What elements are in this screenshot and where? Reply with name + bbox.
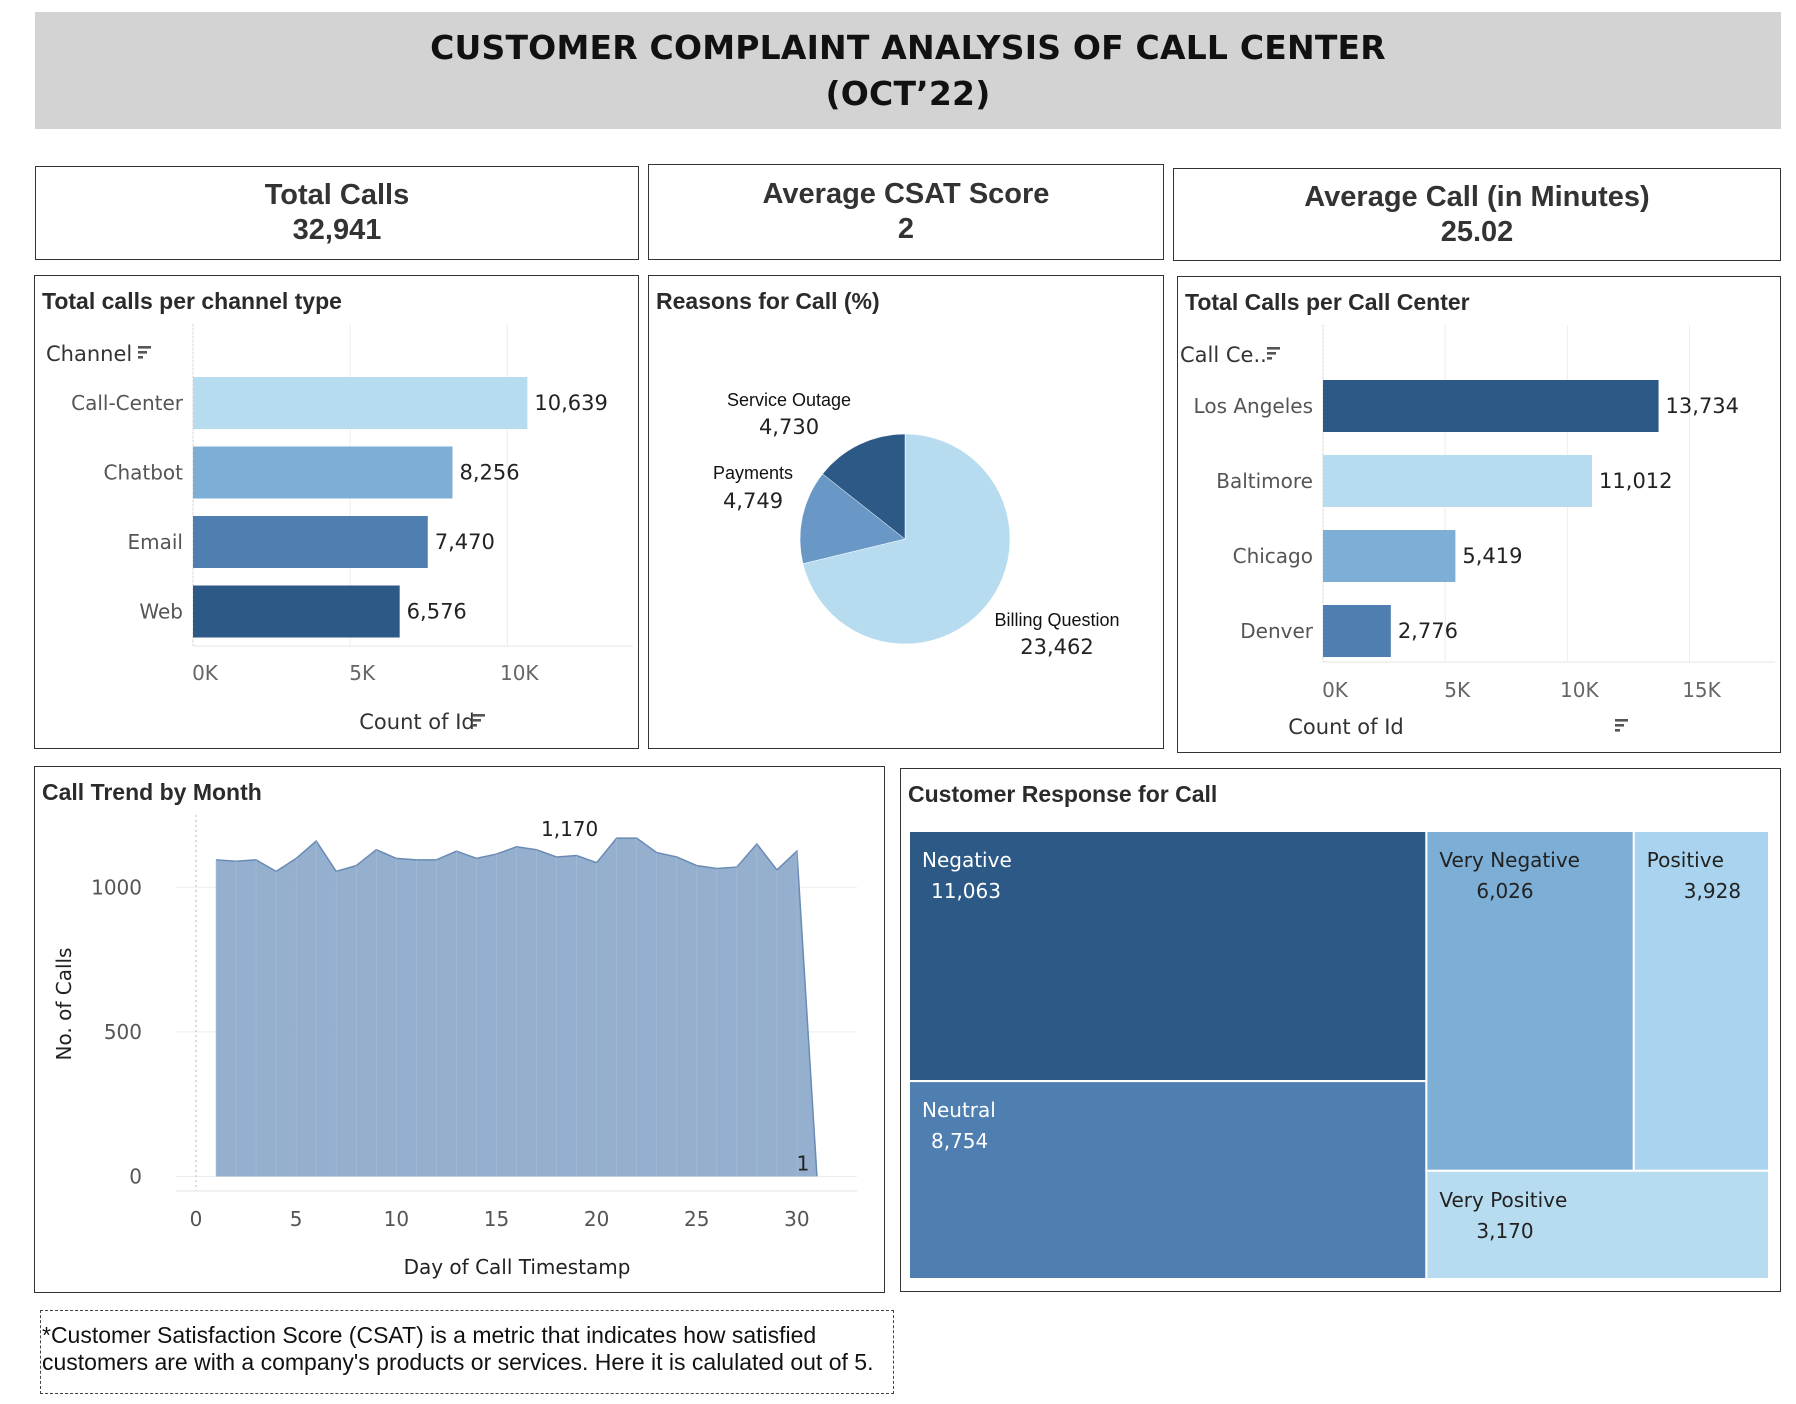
bar-value-label: 7,470: [435, 530, 495, 554]
bar: [1323, 605, 1391, 657]
kpi-average-csat-label: Average CSAT Score: [762, 178, 1050, 210]
x-tick-label: 10: [384, 1207, 409, 1231]
bar: [193, 377, 528, 429]
category-header: Call Ce..: [1180, 343, 1267, 367]
kpi-average-csat: Average CSAT Score 2: [648, 164, 1164, 260]
x-tick-label: 15K: [1682, 678, 1721, 702]
treemap-cell-value: 11,063: [931, 879, 1001, 903]
bar-value-label: 5,419: [1462, 544, 1522, 568]
treemap-cell-label: Very Negative: [1439, 848, 1580, 872]
call-trend-area-chart: 050010001,17010 5 10 15 20 25 30Day of Call Ti…: [52, 815, 857, 1279]
treemap-cell-value: 3,170: [1476, 1219, 1533, 1243]
kpi-average-call-label: Average Call (in Minutes): [1304, 180, 1650, 213]
data-label: 1: [797, 1152, 810, 1176]
customer-response-treemap: Negative 11,063 Neutral 8,754 Very Negative 6…: [908, 830, 1771, 1281]
category-label: Denver: [1240, 619, 1314, 643]
category-label: Chatbot: [103, 461, 183, 485]
x-tick-label: 10K: [500, 661, 539, 685]
treemap-cell-label: Positive: [1647, 848, 1724, 872]
channel-bar-chart: Channel Call-Center 10,639 Chatbot 8,256 Emai…: [46, 324, 633, 734]
x-tick-label: 5K: [1444, 678, 1471, 702]
pie-slice-value: 4,749: [723, 489, 783, 513]
bar: [193, 585, 400, 638]
x-tick-label: 25: [684, 1207, 709, 1231]
kpi-total-calls: Total Calls 32,941: [35, 166, 639, 260]
bar: [193, 516, 428, 568]
bar: [1323, 455, 1593, 507]
kpi-total-calls-label: Total Calls: [264, 179, 410, 211]
bar: [1323, 380, 1659, 432]
panel-calls-per-center: Total Calls per Call Center Call Ce.. Los…: [1177, 276, 1781, 753]
x-tick-label: 15: [484, 1207, 509, 1231]
sort-icon: [1267, 347, 1280, 360]
x-tick-label: 0: [190, 1207, 203, 1231]
reasons-pie-chart: Billing Question 23,462 Payments 4,749 Servi…: [713, 390, 1120, 659]
x-axis-label: Count of Id: [1288, 715, 1403, 739]
sort-icon: [472, 714, 485, 727]
x-tick-label: 0K: [1322, 678, 1349, 702]
x-axis-label: Day of Call Timestamp: [404, 1255, 631, 1279]
kpi-average-csat-value: 2: [897, 213, 915, 245]
bar: [1323, 530, 1456, 582]
pie-slice-value: 23,462: [1020, 635, 1093, 659]
panel-reasons-for-call: Reasons for Call (%) Billing Question 23,…: [648, 275, 1164, 749]
x-axis-label: Count of Id: [359, 710, 474, 734]
kpi-average-call-minutes: Average Call (in Minutes) 25.02: [1173, 168, 1781, 261]
pie-slice-label: Payments: [713, 463, 793, 483]
bar-value-label: 2,776: [1398, 619, 1458, 643]
dashboard-title-line1: CUSTOMER COMPLAINT ANALYSIS OF CALL CENT…: [430, 27, 1386, 67]
category-label: Los Angeles: [1194, 394, 1313, 418]
category-label: Web: [139, 600, 183, 624]
bar-value-label: 8,256: [459, 461, 519, 485]
x-tick-label: 10K: [1560, 678, 1599, 702]
kpi-total-calls-value: 32,941: [292, 214, 382, 246]
treemap-cell-value: 8,754: [931, 1129, 988, 1153]
treemap-cell-value: 6,026: [1476, 879, 1533, 903]
panel-customer-response: Customer Response for Call Negative 11,06…: [900, 768, 1781, 1292]
panel-calls-per-channel: Total calls per channel type Channel Call…: [34, 275, 639, 749]
y-tick-label: 0: [129, 1165, 142, 1189]
data-label: 1,170: [541, 817, 598, 841]
bar: [193, 446, 453, 499]
y-tick-label: 500: [104, 1020, 142, 1044]
treemap-cell-value: 3,928: [1684, 879, 1741, 903]
category-header: Channel: [46, 342, 132, 366]
category-label: Baltimore: [1216, 469, 1313, 493]
treemap-cell-label: Negative: [922, 848, 1012, 872]
panel-call-trend: Call Trend by Month 0 500 1000 1,170 1 0 5 10 15…: [34, 766, 885, 1293]
pie-slice-value: 4,730: [759, 415, 819, 439]
footnote-line2: customers are with a company's products …: [42, 1349, 874, 1375]
category-label: Call-Center: [71, 391, 184, 415]
category-label: Email: [128, 530, 184, 554]
y-tick-label: 1000: [91, 875, 142, 899]
bar-value-label: 13,734: [1666, 394, 1739, 418]
center-bar-chart: Call Ce.. Los Angeles 13,734 Baltimore 11,01…: [1180, 325, 1775, 739]
bar-value-label: 11,012: [1599, 469, 1672, 493]
category-label: Chicago: [1233, 544, 1313, 568]
y-axis-label: No. of Calls: [52, 948, 76, 1061]
x-tick-label: 20: [584, 1207, 609, 1231]
bar-value-label: 6,576: [407, 600, 467, 624]
sort-icon: [1615, 719, 1628, 732]
x-tick-label: 5K: [349, 661, 376, 685]
dashboard-title-line2: (OCT’22): [825, 73, 991, 113]
x-tick-label: 0K: [192, 661, 219, 685]
csat-footnote: *Customer Satisfaction Score (CSAT) is a…: [40, 1310, 894, 1394]
footnote-line1: *Customer Satisfaction Score (CSAT) is a…: [42, 1322, 817, 1348]
kpi-average-call-value: 25.02: [1440, 215, 1514, 248]
pie-slice-label: Billing Question: [994, 610, 1119, 630]
treemap-cell-label: Very Positive: [1439, 1188, 1567, 1212]
sort-icon: [138, 346, 151, 359]
x-tick-label: 30: [784, 1207, 809, 1231]
x-tick-label: 5: [290, 1207, 303, 1231]
bar-value-label: 10,639: [534, 391, 607, 415]
dashboard-title-banner: CUSTOMER COMPLAINT ANALYSIS OF CALL CENT…: [35, 12, 1781, 129]
pie-slice-label: Service Outage: [727, 390, 851, 410]
treemap-cell-label: Neutral: [922, 1098, 996, 1122]
